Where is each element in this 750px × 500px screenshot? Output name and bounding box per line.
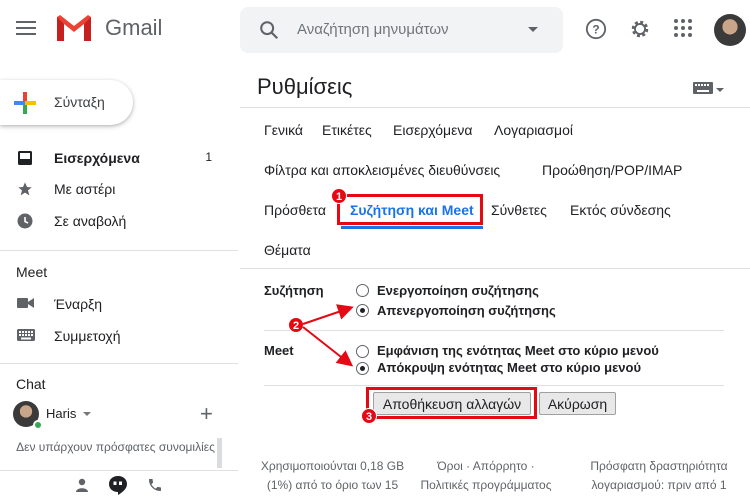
meet-hide-option[interactable]: Απόκρυψη ενότητας Meet στο κύριο μενού <box>377 360 641 375</box>
tab-labels[interactable]: Ετικέτες <box>322 122 372 138</box>
tab-filters[interactable]: Φίλτρα και αποκλεισμένες διευθύνσεις <box>264 162 500 178</box>
input-tools-keyboard-icon[interactable] <box>693 82 713 94</box>
tab-accounts[interactable]: Λογαριασμοί <box>494 122 573 138</box>
meet-section-title: Meet <box>16 264 48 280</box>
section-divider <box>264 330 724 331</box>
svg-text:?: ? <box>592 23 599 37</box>
highlight-box-save <box>366 387 537 419</box>
compose-plus-icon <box>14 92 36 114</box>
search-bar[interactable]: Αναζήτηση μηνυμάτων <box>240 7 563 53</box>
sidebar-item-meet-join[interactable]: Συμμετοχή <box>0 322 230 350</box>
tab-inbox[interactable]: Εισερχόμενα <box>393 122 472 138</box>
compose-label: Σύνταξη <box>54 94 105 110</box>
online-status-dot <box>33 420 43 430</box>
chat-user-menu-icon[interactable] <box>83 412 91 416</box>
arrow-to-chat-off <box>302 304 354 325</box>
chat-user-row[interactable]: Haris + <box>13 401 228 430</box>
chat-user-name: Haris <box>46 406 77 421</box>
sidebar-item-label: Σε αναβολή <box>54 213 127 229</box>
top-header: Gmail Αναζήτηση μηνυμάτων ? <box>0 0 750 62</box>
sidebar-bottom-bar <box>0 470 238 500</box>
search-icon[interactable] <box>258 19 280 41</box>
activity-line: λογαριασμού: πριν από 1 <box>591 478 727 492</box>
star-icon <box>18 182 32 196</box>
tab-offline[interactable]: Εκτός σύνδεσης <box>570 202 671 218</box>
page-title: Ρυθμίσεις <box>257 74 353 99</box>
sidebar-item-label: Συμμετοχή <box>54 328 121 344</box>
sidebar-item-meet-start[interactable]: Έναρξη <box>0 290 230 318</box>
chat-scrollbar[interactable] <box>217 438 222 468</box>
phone-icon[interactable] <box>147 477 163 493</box>
tab-forwarding[interactable]: Προώθηση/POP/IMAP <box>542 162 682 178</box>
storage-line: Χρησιμοποιούνται 0,18 GB <box>260 459 405 473</box>
storage-info: Χρησιμοποιούνται 0,18 GB (1%) από το όρι… <box>255 457 410 495</box>
tab-addons[interactable]: Πρόσθετα <box>264 202 326 218</box>
search-options-icon[interactable] <box>528 27 538 32</box>
settings-gear-icon[interactable] <box>629 18 651 40</box>
sidebar-item-label: Εισερχόμενα <box>54 150 140 166</box>
tab-general[interactable]: Γενικά <box>264 122 303 138</box>
sidebar-item-label: Με αστέρι <box>54 181 116 197</box>
sidebar-item-inbox[interactable]: Εισερχόμενα 1 <box>0 144 230 172</box>
tabs-divider <box>240 268 750 269</box>
arrow-to-meet-hide <box>302 326 354 367</box>
meet-show-radio[interactable] <box>356 345 369 358</box>
chat-off-radio[interactable] <box>356 304 369 317</box>
search-placeholder: Αναζήτηση μηνυμάτων <box>297 21 449 38</box>
sidebar-item-label: Έναρξη <box>54 296 103 312</box>
chat-on-radio[interactable] <box>356 284 369 297</box>
video-icon <box>17 298 34 308</box>
sidebar-item-snoozed[interactable]: Σε αναβολή <box>0 207 230 235</box>
title-divider <box>240 107 750 108</box>
chat-setting-label: Συζήτηση <box>264 283 324 298</box>
help-icon[interactable]: ? <box>585 18 607 40</box>
terms-links[interactable]: Όροι · Απόρρητο · Πολιτικές προγράμματος <box>416 457 556 495</box>
active-tab-indicator <box>341 226 483 229</box>
chat-on-option[interactable]: Ενεργοποίηση συζήτησης <box>377 283 539 298</box>
no-conversations-text: Δεν υπάρχουν πρόσφατες συνομιλίες <box>16 440 215 454</box>
step-badge-1: 1 <box>331 188 347 204</box>
gmail-envelope-icon <box>57 15 91 41</box>
keyboard-icon <box>17 329 35 341</box>
sidebar-divider <box>0 250 238 251</box>
tab-themes[interactable]: Θέματα <box>264 242 311 258</box>
activity-line: Πρόσφατη δραστηριότητα <box>590 459 728 473</box>
compose-button[interactable]: Σύνταξη <box>0 80 133 125</box>
storage-line: (1%) από το όριο των 15 <box>266 478 399 492</box>
section-divider <box>264 385 724 386</box>
step-badge-2: 2 <box>288 317 304 333</box>
inbox-icon <box>18 151 32 165</box>
terms-line[interactable]: Όροι · Απόρρητο · <box>416 457 556 476</box>
policies-line[interactable]: Πολιτικές προγράμματος <box>416 476 556 495</box>
hangouts-icon[interactable] <box>108 475 128 495</box>
cancel-button[interactable]: Ακύρωση <box>539 392 616 415</box>
new-chat-plus-icon[interactable]: + <box>200 401 213 427</box>
chat-off-option[interactable]: Απενεργοποίηση συζήτησης <box>377 303 556 318</box>
meet-hide-radio[interactable] <box>356 362 369 375</box>
meet-show-option[interactable]: Εμφάνιση της ενότητας Meet στο κύριο μεν… <box>377 343 659 358</box>
step-badge-3: 3 <box>361 408 377 424</box>
highlight-box-tab <box>337 194 483 225</box>
gmail-logo-text: Gmail <box>105 15 163 40</box>
account-activity-info: Πρόσφατη δραστηριότητα λογαριασμού: πριν… <box>574 457 744 495</box>
tab-advanced[interactable]: Σύνθετες <box>491 202 547 218</box>
gmail-logo[interactable]: Gmail <box>55 13 162 43</box>
meet-setting-label: Meet <box>264 343 294 358</box>
input-tools-caret-icon[interactable] <box>716 88 724 92</box>
unread-count: 1 <box>205 150 212 164</box>
sidebar-item-starred[interactable]: Με αστέρι <box>0 175 230 203</box>
main-menu-icon[interactable] <box>16 21 36 37</box>
chat-section-title: Chat <box>16 376 46 392</box>
sidebar-divider <box>0 363 238 364</box>
apps-grid-icon[interactable] <box>673 18 693 38</box>
account-avatar[interactable] <box>714 14 746 46</box>
clock-icon <box>17 213 33 229</box>
contacts-icon[interactable] <box>74 477 90 493</box>
